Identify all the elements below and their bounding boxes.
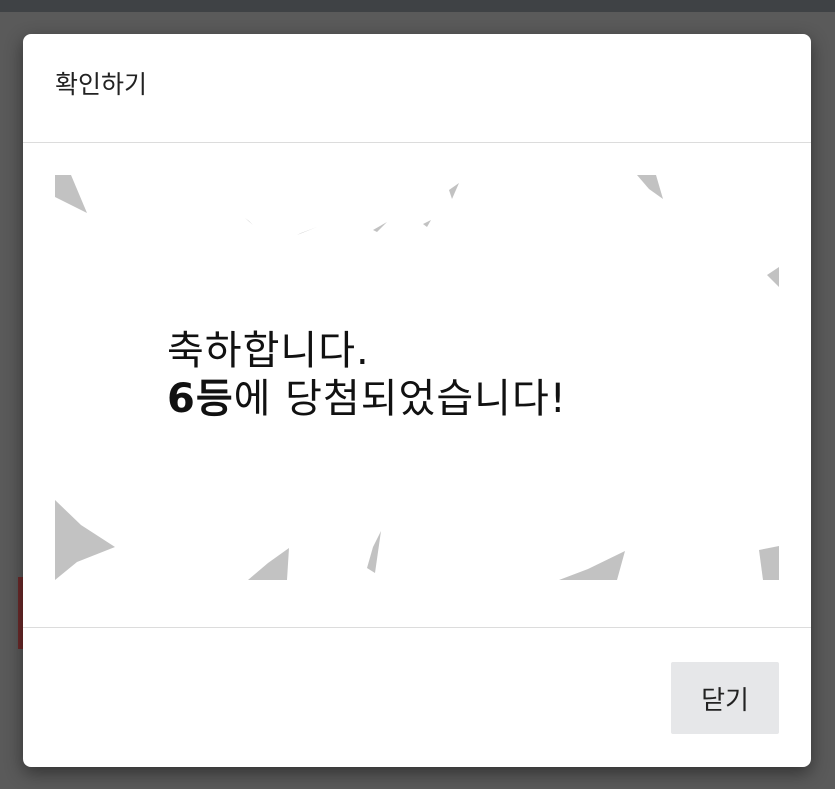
message-line-2-text: 에 당첨되었습니다! bbox=[233, 376, 567, 422]
result-dialog: 확인하기 축하합니다. 6등에 당첨되었습니다! 닫기 bbox=[23, 34, 811, 767]
backdrop-top-bar bbox=[0, 0, 835, 12]
dialog-footer: 닫기 bbox=[23, 627, 811, 767]
close-button[interactable]: 닫기 bbox=[671, 662, 779, 734]
prize-rank: 6등 bbox=[167, 376, 234, 422]
congratulation-message: 축하합니다. 6등에 당첨되었습니다! bbox=[167, 327, 567, 423]
dialog-title: 확인하기 bbox=[55, 70, 148, 99]
message-line-1: 축하합니다. bbox=[167, 328, 370, 374]
dialog-header: 확인하기 bbox=[23, 34, 811, 143]
dialog-body: 축하합니다. 6등에 당첨되었습니다! bbox=[55, 175, 779, 580]
message-line-2: 6등에 당첨되었습니다! bbox=[167, 375, 567, 423]
